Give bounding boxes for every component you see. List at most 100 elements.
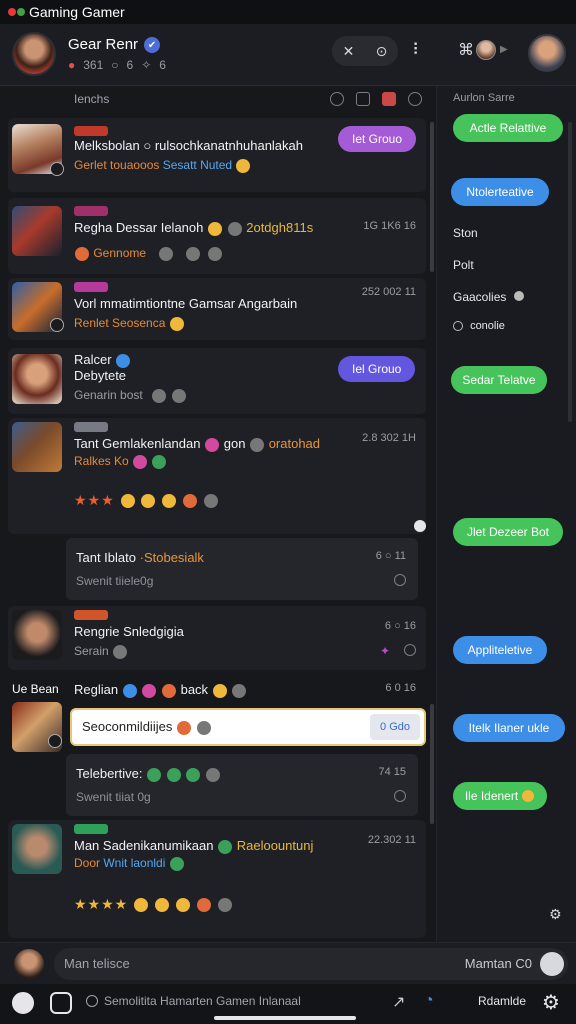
avatar[interactable]: [12, 824, 62, 874]
filter-icon[interactable]: [330, 92, 344, 106]
emoji-icon: [196, 720, 211, 735]
item-title: Vorl mmatimtiontne Gamsar Angarbain: [74, 296, 298, 311]
status-tag: [74, 206, 108, 216]
share-out-icon[interactable]: ↗: [392, 992, 405, 1012]
read-receipt-icon: [414, 520, 426, 532]
live-icon: ●: [68, 58, 76, 72]
inline-send-button[interactable]: 0 Gdo: [370, 714, 420, 740]
compass-icon[interactable]: ◔: [424, 992, 434, 1010]
panel-list-item[interactable]: Ston: [453, 226, 478, 240]
status-tag: [74, 824, 108, 834]
emoji-icon: [217, 898, 232, 913]
search-icon[interactable]: ⊙: [376, 43, 388, 60]
app-brand: Gaming Gamer: [8, 4, 125, 20]
friend-avatar[interactable]: [476, 40, 496, 60]
item-title-2: Debytete: [74, 368, 127, 383]
panel-list-item[interactable]: Polt: [453, 258, 474, 272]
list-subbar: Ienchs: [0, 86, 436, 112]
quick-reply-bubble[interactable]: Itelk Ilaner ukle: [453, 714, 565, 742]
reply-title: Tant Iblato ·Stobesialk: [76, 550, 204, 565]
list-item[interactable]: Man Sadenikanumikaan Raeloountunj Door W…: [8, 820, 426, 938]
more-icon[interactable]: ⠇: [412, 40, 424, 60]
list-item[interactable]: Regha Dessar Ielanoh 2otdgh811s Gennome …: [8, 198, 426, 274]
quick-reply-bubble[interactable]: Ntolerteative: [451, 178, 549, 206]
sticker-icon: [205, 767, 220, 782]
reply-icon[interactable]: [394, 790, 406, 802]
flag-icon[interactable]: [382, 92, 396, 106]
inline-reply-input[interactable]: Seoconmildiijes 0 Gdo: [70, 708, 426, 746]
group-pill[interactable]: Iel Grouo: [338, 356, 416, 382]
emoji-icon: [134, 898, 149, 913]
quick-reply-bubble[interactable]: Jlet Dezeer Bot: [453, 518, 563, 546]
item-sub: Genarin bost: [74, 388, 187, 403]
avatar[interactable]: [12, 354, 62, 404]
emoji-icon: [154, 898, 169, 913]
status-tag: [74, 422, 108, 432]
tools-pill[interactable]: ✕ ⊙: [332, 36, 398, 66]
mic-icon[interactable]: [540, 952, 564, 976]
emoji-icon: [204, 494, 219, 509]
list-item[interactable]: Melksbolan ○ rulsochkanatnhuhanlakah Ger…: [8, 118, 426, 192]
composer: Man telisce Mamtan C0: [0, 942, 576, 984]
panel-list-item[interactable]: conolie: [453, 320, 505, 332]
item-title: Man Sadenikanumikaan Raeloountunj: [74, 838, 314, 854]
scrollbar-2[interactable]: [430, 704, 434, 824]
item-sub: Serain: [74, 644, 128, 659]
profile-avatar[interactable]: [528, 34, 566, 72]
verified-icon: [116, 353, 131, 368]
quick-reply-bubble[interactable]: Sedar Telatve: [451, 366, 547, 394]
home-icon[interactable]: [12, 992, 34, 1014]
quick-reply-bubble[interactable]: Actle Relattive: [453, 114, 563, 142]
avatar[interactable]: [12, 206, 62, 256]
camera-icon[interactable]: [50, 992, 72, 1014]
sticker-icon: [186, 767, 201, 782]
rating-stars: ★★★★: [74, 896, 233, 913]
quick-reply-bubble[interactable]: Ile Idenert: [453, 782, 547, 810]
verified-icon: ✔: [144, 37, 161, 54]
avatar-small-icon: [208, 246, 223, 261]
message-placeholder: Man telisce: [64, 956, 130, 971]
gear-icon[interactable]: ⚙: [542, 990, 560, 1015]
play-icon[interactable]: [408, 92, 422, 106]
status-tag: [74, 282, 108, 292]
avatar[interactable]: [12, 422, 62, 472]
item-sub: Gennome: [74, 246, 223, 261]
user-avatar[interactable]: [12, 32, 56, 76]
composer-right-text: Mamtan C0: [464, 956, 532, 971]
reply-preview[interactable]: Telebertive: Swenit tiiat 0g 74 15: [66, 754, 418, 816]
list-item[interactable]: Rengrie Snledgigia Serain 6 ○ 16 ✦: [8, 606, 426, 670]
panel-heading: Aurlon Sarre: [453, 92, 515, 104]
message-input[interactable]: Man telisce Mamtan C0: [54, 948, 568, 980]
scrollbar[interactable]: [430, 122, 434, 272]
emoji-icon: [175, 898, 190, 913]
item-time: 6 0 16: [385, 682, 416, 694]
list-item[interactable]: Vorl mmatimtiontne Gamsar Angarbain Renl…: [8, 278, 426, 340]
self-avatar[interactable]: [14, 949, 44, 979]
nav-action-button[interactable]: Rdamlde: [478, 994, 526, 1008]
right-scrollbar[interactable]: [568, 122, 572, 422]
chevron-right-icon[interactable]: ▶: [500, 44, 508, 55]
inline-reply-text: Seoconmildiijes: [82, 719, 212, 735]
share-icon[interactable]: ⌘: [458, 40, 474, 60]
panel-list-item[interactable]: Gaacolies: [453, 290, 524, 304]
meta-count-a: 361: [83, 58, 104, 72]
home-indicator[interactable]: [214, 1016, 356, 1020]
quick-reply-bubble[interactable]: Appliteletive: [453, 636, 547, 664]
list-item[interactable]: Tant Gemlakenlandan gon oratohad Ralkes …: [8, 418, 426, 534]
tools-icon[interactable]: ✕: [343, 43, 355, 60]
reply-time: 74 15: [378, 766, 406, 778]
settings-icon[interactable]: ⚙: [549, 906, 562, 923]
list-icon[interactable]: [356, 92, 370, 106]
meta-icon: ○: [111, 58, 119, 72]
status-icon: [86, 995, 98, 1007]
record-icon: [8, 8, 16, 16]
group-pill[interactable]: Iet Grouo: [338, 126, 417, 152]
list-item[interactable]: Ralcer Debytete Genarin bost Iel Grouo: [8, 348, 426, 414]
reply-preview[interactable]: Tant Iblato ·Stobesialk Swenit tiiele0g …: [66, 538, 418, 600]
avatar[interactable]: [12, 610, 62, 660]
app-title: Gaming Gamer: [29, 4, 125, 20]
emoji-icon: [142, 683, 157, 698]
emoji-icon: [196, 898, 211, 913]
reply-icon[interactable]: [394, 574, 406, 586]
item-time: 252 002 11: [361, 286, 416, 298]
